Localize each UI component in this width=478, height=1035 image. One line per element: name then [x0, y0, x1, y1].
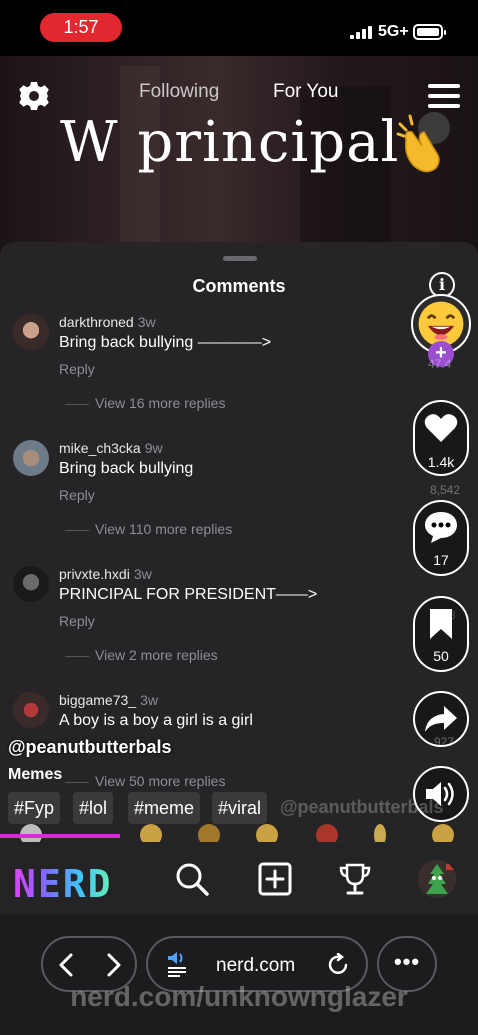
browser-bar: nerd.com ••• nerd.com/unknownglazer — [0, 914, 478, 1035]
comment-age: 9w — [144, 440, 163, 456]
back-arrow-icon[interactable] — [57, 953, 75, 977]
menu-icon[interactable] — [428, 84, 460, 108]
comment-count: 17 — [433, 552, 449, 568]
search-icon[interactable] — [175, 862, 209, 896]
comment-item: privxte.hxdi 3w PRINCIPAL FOR PRESIDENT——… — [0, 566, 478, 676]
sheet-grabber[interactable] — [223, 256, 257, 261]
comment-age: 3w — [140, 692, 158, 708]
avatar[interactable] — [13, 566, 49, 602]
tab-for-you[interactable]: For You — [273, 81, 339, 103]
status-bar: 1:57 5G+ — [0, 0, 478, 56]
view-replies-link[interactable]: View 16 more replies — [65, 395, 225, 411]
nerd-logo[interactable]: NERD — [13, 862, 113, 906]
hashtag[interactable]: #viral — [212, 792, 268, 824]
comment-username[interactable]: biggame73_ — [59, 692, 136, 708]
like-button[interactable]: 1.4k — [413, 400, 469, 476]
faint-count: 8,542 — [430, 483, 461, 497]
comment-text: A boy is a boy a girl is a girl — [59, 712, 253, 729]
tab-following[interactable]: Following — [139, 81, 219, 103]
comment-button[interactable]: 17 — [413, 500, 469, 576]
faint-count: 47.4 — [428, 357, 452, 371]
emoji-reaction-strip — [0, 822, 478, 842]
forward-arrow-icon[interactable] — [105, 953, 123, 977]
avatar[interactable] — [13, 692, 49, 728]
clapping-hands-icon — [396, 112, 450, 173]
share-arrow-icon — [425, 706, 457, 732]
url-text[interactable]: nerd.com — [216, 955, 295, 977]
app-bottom-nav: NERD — [0, 842, 478, 914]
bookmark-icon — [430, 609, 452, 639]
gear-icon[interactable] — [18, 80, 50, 112]
reload-icon[interactable] — [328, 953, 350, 977]
time-pill[interactable]: 1:57 — [40, 13, 122, 42]
comment-item: mike_ch3cka 9w Bring back bullying Reply … — [0, 440, 478, 550]
hashtag[interactable]: #lol — [73, 792, 114, 824]
reply-button[interactable]: Reply — [59, 487, 95, 503]
video-caption: W principal — [60, 110, 400, 175]
profile-avatar[interactable] — [418, 860, 456, 898]
comment-item: darkthroned 3w Bring back bullying ————> … — [0, 314, 478, 424]
hashtag[interactable]: #Fyp — [8, 792, 61, 824]
post-description: Memes — [8, 766, 63, 783]
battery-icon — [413, 24, 446, 40]
comment-bubble-icon — [425, 512, 457, 543]
heart-icon — [424, 414, 458, 442]
creator-handle[interactable]: @peanutbutterbals — [8, 737, 172, 758]
watermark-text: nerd.com/unknownglazer — [70, 981, 408, 1012]
comment-age: 3w — [133, 566, 152, 582]
like-count: 1.4k — [427, 454, 455, 470]
comment-username[interactable]: mike_ch3cka — [59, 440, 141, 456]
audio-playing-icon[interactable] — [166, 950, 188, 978]
reply-button[interactable]: Reply — [59, 361, 95, 377]
view-replies-link[interactable]: View 50 more replies — [65, 773, 225, 789]
comment-text: Bring back bullying ————> — [59, 334, 272, 351]
watermark-handle: @peanutbutterbals — [280, 797, 444, 817]
trophy-icon[interactable] — [338, 862, 372, 896]
comments-title: Comments — [192, 276, 286, 296]
reply-button[interactable]: Reply — [59, 613, 95, 629]
hashtag[interactable]: #meme — [128, 792, 201, 824]
signal-icon — [350, 26, 372, 39]
view-replies-link[interactable]: View 110 more replies — [65, 521, 232, 537]
comment-text: PRINCIPAL FOR PRESIDENT——> — [59, 586, 318, 603]
save-button[interactable]: 50 — [413, 596, 469, 672]
comment-age: 3w — [137, 314, 156, 330]
create-post-icon[interactable] — [258, 862, 292, 896]
faint-count: 927 — [434, 735, 455, 749]
avatar[interactable] — [13, 314, 49, 350]
comment-username[interactable]: darkthroned — [59, 314, 134, 330]
avatar[interactable] — [13, 440, 49, 476]
comment-text: Bring back bullying — [59, 460, 194, 477]
comment-username[interactable]: privxte.hxdi — [59, 566, 130, 582]
network-label: 5G+ — [378, 23, 409, 40]
save-count: 50 — [433, 648, 449, 664]
video-progress-bar[interactable] — [0, 834, 120, 838]
profile-picture-icon — [418, 860, 456, 898]
view-replies-link[interactable]: View 2 more replies — [65, 647, 218, 663]
